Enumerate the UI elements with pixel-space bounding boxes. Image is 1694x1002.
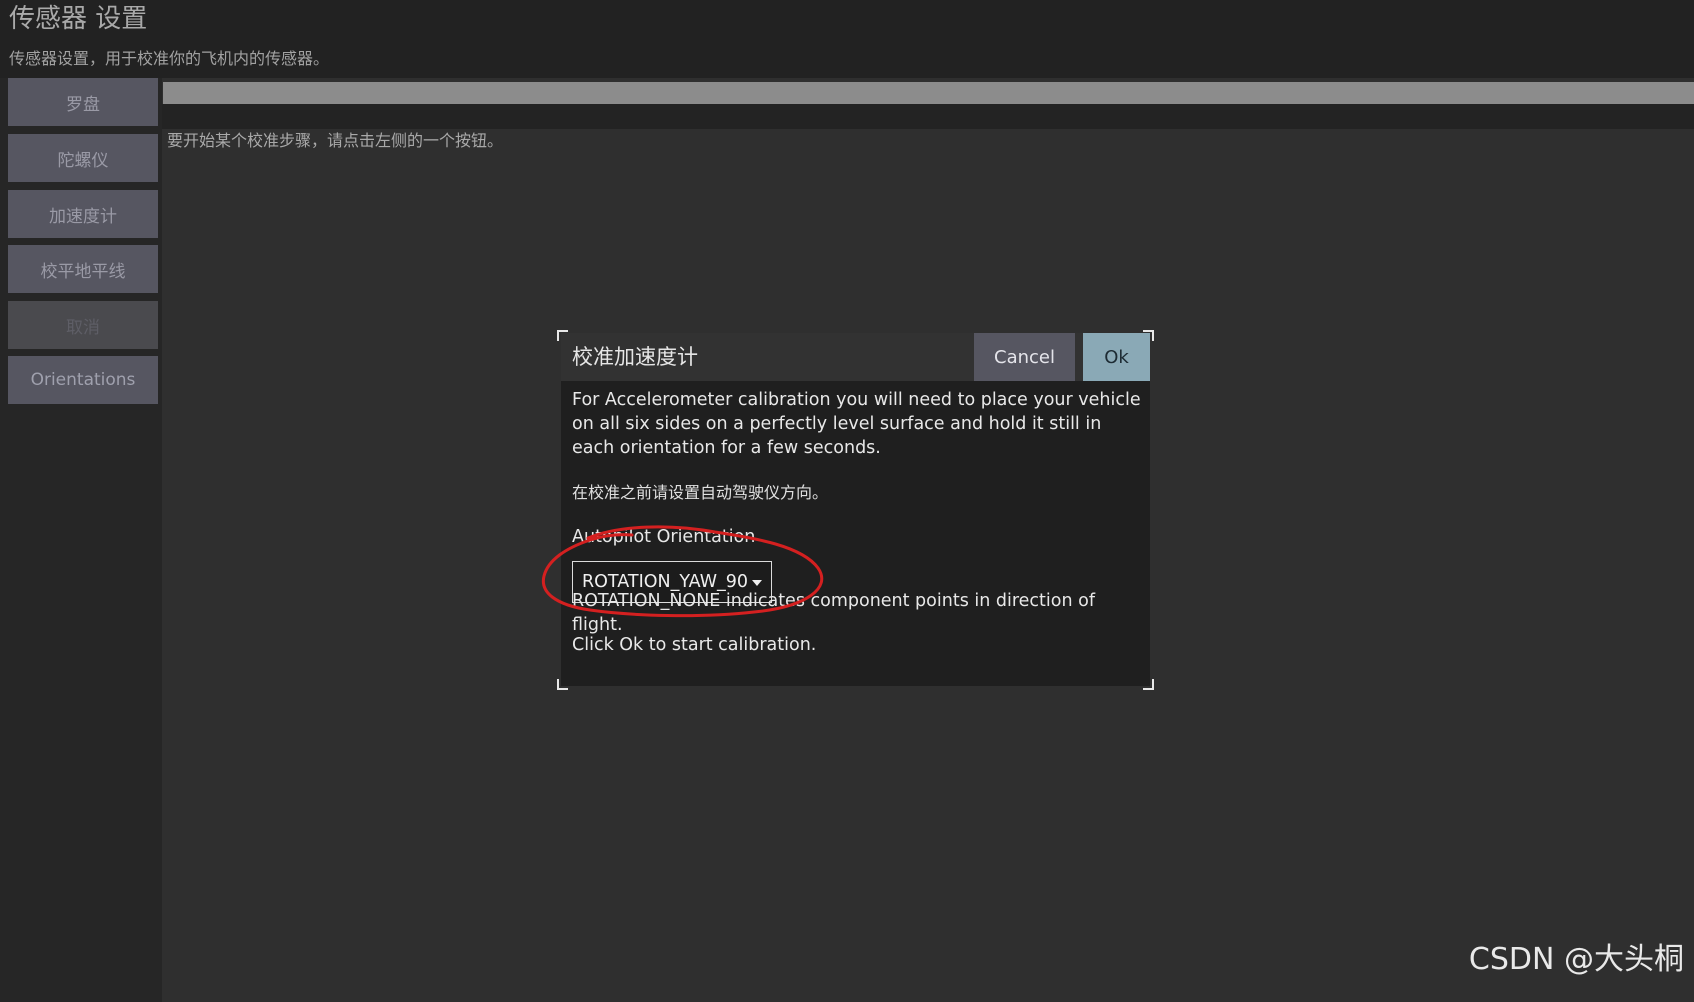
sidebar-item-label: 陀螺仪 (57, 150, 109, 171)
dialog-header: 校准加速度计 Cancel Ok (561, 333, 1150, 381)
sidebar-item-label: 校平地平线 (40, 261, 126, 282)
orientation-help: ROTATION_NONE indicates component points… (572, 591, 1096, 635)
start-hint: Click Ok to start calibration. (572, 635, 817, 655)
cancel-button-label: Cancel (994, 346, 1055, 368)
ok-button-label: Ok (1104, 346, 1129, 368)
page-subtitle: 传感器设置，用于校准你的飞机内的传感器。 (9, 49, 330, 68)
ok-button[interactable]: Ok (1083, 333, 1150, 381)
cancel-button[interactable]: Cancel (974, 333, 1075, 381)
sidebar-item-label: Orientations (30, 370, 136, 390)
chevron-down-icon (752, 580, 762, 586)
sidebar-item-compass[interactable]: 罗盘 (8, 78, 158, 126)
sidebar-item-label: 加速度计 (49, 206, 117, 227)
dialog-description: For Accelerometer calibration you will n… (572, 390, 1141, 458)
sidebar-item-gyroscope[interactable]: 陀螺仪 (8, 134, 158, 182)
calibration-progress-bar (163, 82, 1694, 104)
resize-corner-icon (557, 330, 568, 341)
sidebar-item-label: 罗盘 (66, 94, 100, 115)
orientation-prompt: 在校准之前请设置自动驾驶仪方向。 (572, 483, 829, 502)
dialog-body: For Accelerometer calibration you will n… (561, 381, 1150, 686)
page-title: 传感器 设置 (9, 4, 148, 34)
sidebar-item-label: 取消 (66, 317, 100, 338)
sidebar-item-cancel: 取消 (8, 301, 158, 349)
calibration-dialog: 校准加速度计 Cancel Ok For Accelerometer calib… (557, 330, 1154, 690)
sidebar-item-accelerometer[interactable]: 加速度计 (8, 190, 158, 238)
resize-corner-icon (557, 679, 568, 690)
resize-corner-icon (1143, 330, 1154, 341)
resize-corner-icon (1143, 679, 1154, 690)
sidebar-item-orientations[interactable]: Orientations (8, 356, 158, 404)
watermark: CSDN @大头桐 (1468, 942, 1684, 977)
main-hint: 要开始某个校准步骤，请点击左侧的一个按钮。 (167, 131, 504, 150)
dialog-title: 校准加速度计 (572, 345, 698, 369)
sidebar-item-level-horizon[interactable]: 校平地平线 (8, 245, 158, 293)
progress-divider (162, 104, 1694, 129)
sidebar: 罗盘 陀螺仪 加速度计 校平地平线 取消 Orientations (0, 78, 162, 1002)
orientation-label: Autopilot Orientation (572, 527, 756, 547)
